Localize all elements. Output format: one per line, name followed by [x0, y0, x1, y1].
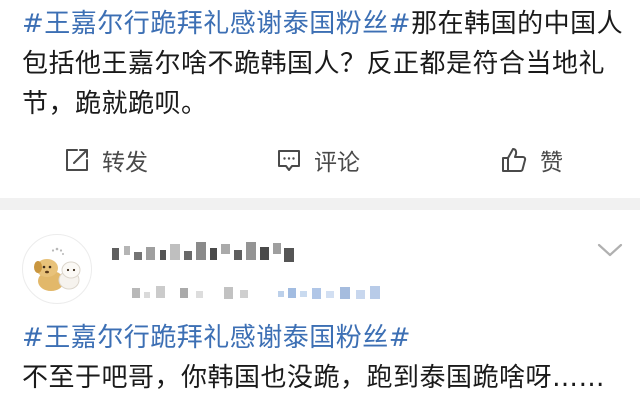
like-icon: [502, 148, 527, 172]
hashtag-link[interactable]: #王嘉尔行跪拜礼感谢泰国粉丝#: [22, 318, 628, 358]
chevron-down-icon[interactable]: [596, 240, 624, 260]
username-pixelated[interactable]: [108, 238, 308, 266]
post-divider: [0, 198, 640, 210]
repost-icon: [66, 149, 88, 171]
weibo-feed: #王嘉尔行跪拜礼感谢泰国粉丝#那在韩国的中国人包括他王嘉尔啥不跪韩国人？反正都是…: [0, 0, 640, 408]
repost-button[interactable]: 转发: [64, 136, 148, 184]
post-text: #王嘉尔行跪拜礼感谢泰国粉丝#那在韩国的中国人包括他王嘉尔啥不跪韩国人？反正都是…: [22, 4, 628, 124]
action-bar: 转发 评论 赞: [0, 136, 640, 184]
like-label: 赞: [540, 150, 563, 176]
comment-icon: [278, 150, 300, 171]
avatar[interactable]: [22, 234, 92, 304]
post-meta-pixelated: [132, 286, 380, 299]
avatar-cartoon-dog-icon: [34, 247, 81, 291]
comment-text: #王嘉尔行跪拜礼感谢泰国粉丝# 不至于吧哥，你韩国也没跪，跑到泰国跪啥呀……: [22, 318, 628, 398]
comment-label: 评论: [314, 150, 360, 176]
comment-button[interactable]: 评论: [276, 136, 360, 184]
like-button[interactable]: 赞: [500, 136, 563, 184]
comment-body: 不至于吧哥，你韩国也没跪，跑到泰国跪啥呀……: [22, 363, 606, 393]
hashtag-link[interactable]: #王嘉尔行跪拜礼感谢泰国粉丝#: [22, 9, 411, 39]
repost-label: 转发: [102, 150, 148, 176]
